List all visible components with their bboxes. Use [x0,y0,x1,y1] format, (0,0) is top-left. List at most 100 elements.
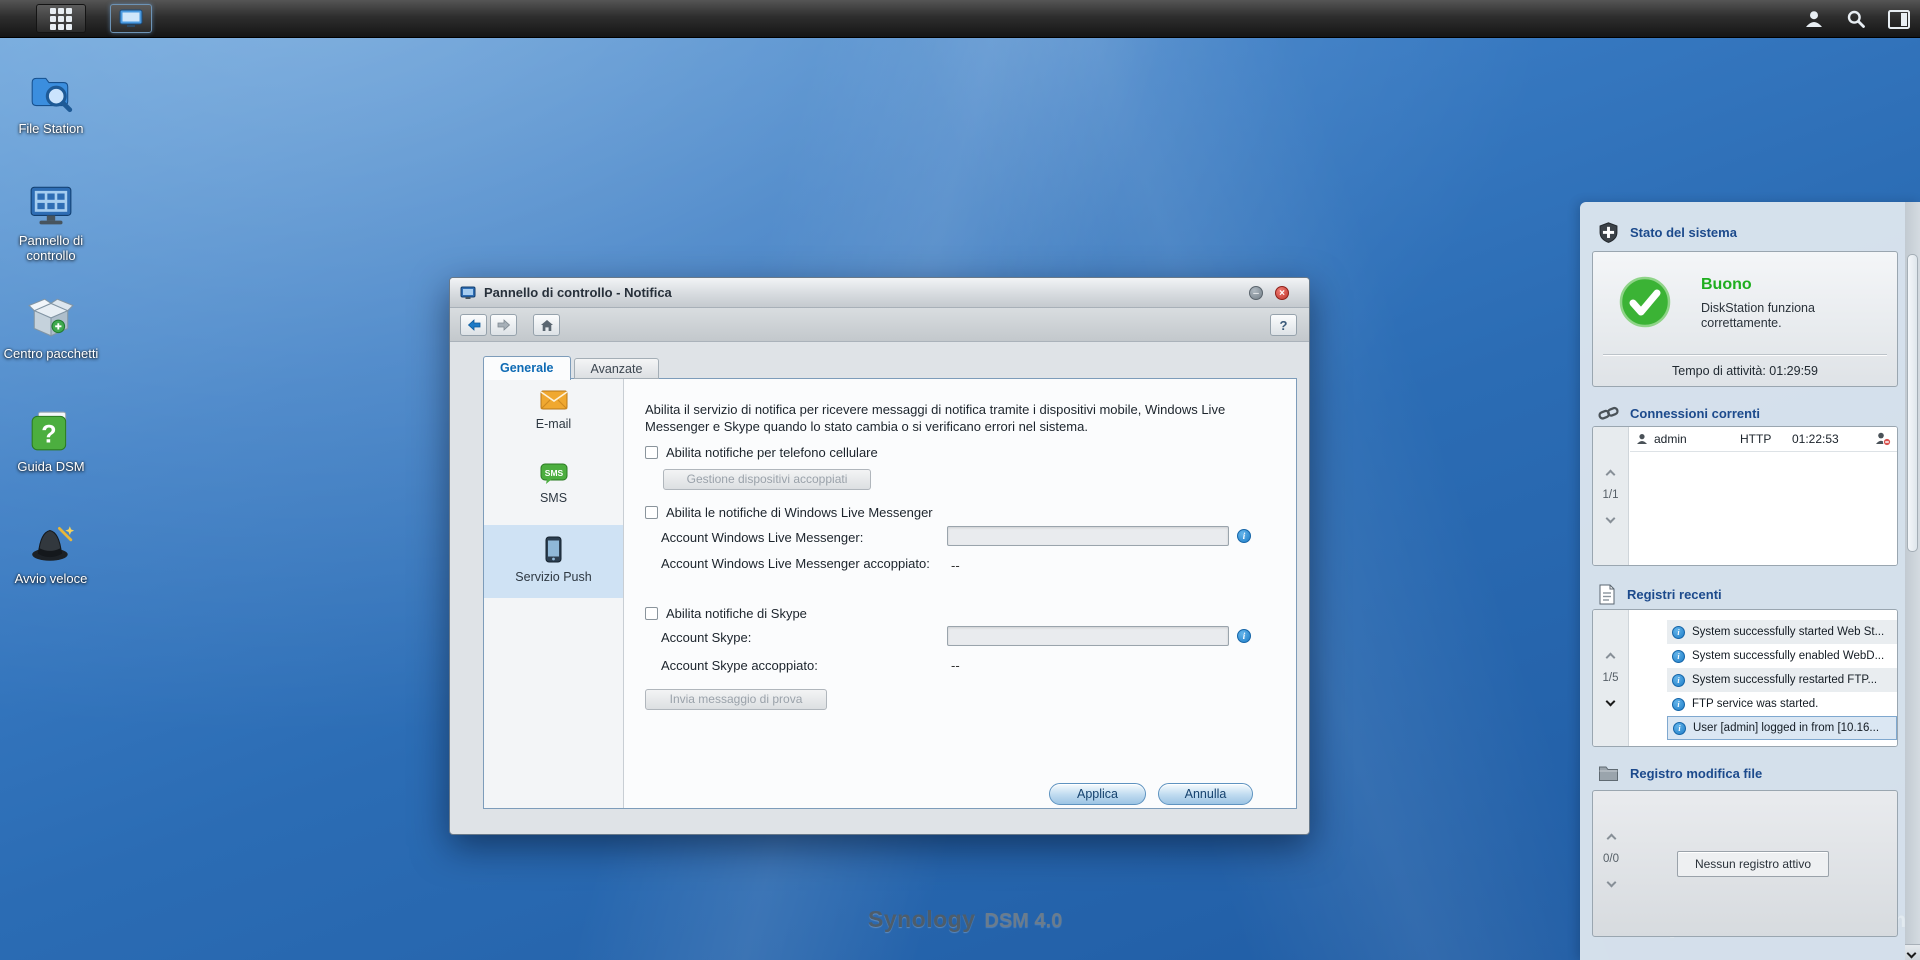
main-menu-icon [50,8,72,30]
skype-checkbox[interactable] [645,607,658,620]
log-row[interactable]: iSystem successfully started Web St... [1667,620,1897,644]
minimize-button[interactable]: – [1249,286,1263,300]
dsm-branding: Synology DSM 4.0 [868,906,1062,933]
wlm-account-input[interactable] [947,526,1229,546]
logs-pager: 1/5 [1593,610,1629,746]
nav-item-email[interactable]: E-mail [484,379,623,452]
system-status-header: Stato del sistema [1598,222,1737,243]
close-button[interactable]: × [1275,286,1289,300]
skype-account-input[interactable] [947,626,1229,646]
desktop-icon-label: File Station [3,121,99,136]
page-up-icon[interactable] [1606,470,1616,480]
desktop-icon-label: Guida DSM [3,459,99,474]
page-down-icon[interactable] [1606,878,1616,888]
file-log-empty-message: Nessun registro attivo [1677,851,1829,877]
search-icon[interactable] [1846,9,1866,29]
wlm-paired-value: -- [951,558,960,573]
scrollbar-thumb[interactable] [1907,254,1918,552]
form-description: Abilita il servizio di notifica per rice… [645,401,1270,435]
log-row[interactable]: iFTP service was started. [1667,692,1897,716]
sms-bubble-icon: SMS [540,463,568,484]
brand-name: Synology [868,906,976,933]
widgets-panel-icon[interactable] [1888,10,1910,29]
status-ok-icon [1619,276,1671,328]
user-icon[interactable] [1804,9,1824,29]
tab-avanzate[interactable]: Avanzate [574,358,660,379]
main-menu-button[interactable] [36,4,86,33]
widget-title: Stato del sistema [1630,225,1737,240]
nav-item-servizio-push[interactable]: Servizio Push [484,525,623,598]
system-status-box: Buono DiskStation funziona correttamente… [1592,251,1898,387]
desktop-icon-quick-start[interactable]: Avvio veloce [3,520,99,586]
page-indicator: 1/5 [1603,672,1619,684]
widget-title: Connessioni correnti [1630,406,1760,421]
scrollbar-down-button[interactable] [1905,944,1920,960]
wlm-checkbox[interactable] [645,506,658,519]
tab-bar: Generale Avanzate [483,356,659,379]
recent-logs-header: Registri recenti [1598,584,1722,605]
svg-text:?: ? [41,421,56,449]
page-indicator: 0/0 [1603,853,1619,865]
log-text: System successfully restarted FTP... [1692,674,1877,686]
wlm-checkbox-row: Abilita le notifiche di Windows Live Mes… [645,505,933,520]
tab-generale[interactable]: Generale [483,356,571,380]
user-mini-icon [1636,433,1648,445]
widget-title: Registro modifica file [1630,766,1762,781]
connections-header: Connessioni correnti [1598,404,1760,422]
log-row-selected[interactable]: i User [admin] logged in from [10.16... [1667,716,1897,740]
desktop-icon-label: Centro pacchetti [3,346,99,361]
paired-devices-button[interactable]: Gestione dispositivi accoppiati [663,469,871,490]
connection-row[interactable]: admin HTTP 01:22:53 [1630,427,1897,452]
desktop-icon-file-station[interactable]: File Station [3,70,99,136]
mobile-checkbox-row: Abilita notifiche per telefono cellulare [645,445,878,460]
skype-checkbox-label: Abilita notifiche di Skype [666,606,807,621]
page-down-icon[interactable] [1606,514,1616,524]
widget-title: Registri recenti [1627,587,1722,602]
nav-item-sms[interactable]: SMS SMS [484,452,623,525]
home-button[interactable] [533,314,560,336]
test-message-button[interactable]: Invia messaggio di prova [645,689,827,710]
log-text: System successfully started Web St... [1692,626,1884,638]
nav-item-label: SMS [484,491,623,505]
help-button[interactable]: ? [1270,314,1297,336]
desktop-icon-label: Avvio veloce [3,571,99,586]
log-text: User [admin] logged in from [10.16... [1693,722,1879,734]
forward-button[interactable] [490,314,517,336]
skype-info-icon[interactable]: i [1237,629,1251,643]
page-up-icon[interactable] [1606,653,1616,663]
svg-text:SMS: SMS [544,468,563,478]
pilot-view-button[interactable] [110,4,152,33]
control-panel-window: Pannello di controllo - Notifica – × ? G… [449,277,1310,835]
page-down-icon[interactable] [1606,697,1616,707]
mobile-checkbox[interactable] [645,446,658,459]
log-row[interactable]: iSystem successfully enabled WebD... [1667,644,1897,668]
apply-button[interactable]: Applica [1049,783,1146,805]
link-icon [1598,404,1619,422]
file-log-folder-icon [1598,764,1619,782]
desktop: File Station Pannello di controllo [0,0,1920,960]
window-title-icon [460,285,476,304]
kick-user-icon[interactable] [1875,432,1891,446]
desktop-icon-dsm-help[interactable]: ? Guida DSM [3,408,99,474]
info-icon: i [1672,650,1685,663]
taskbar [0,0,1920,38]
log-page-icon [1598,584,1616,605]
logs-list: iSystem successfully started Web St... i… [1630,610,1897,746]
desktop-icon-package-center[interactable]: Centro pacchetti [3,295,99,361]
panel-scrollbar[interactable] [1905,202,1920,960]
connections-box: 1/1 admin HTTP 01:22:53 [1592,426,1898,566]
cancel-button[interactable]: Annulla [1158,783,1253,805]
wlm-info-icon[interactable]: i [1237,529,1251,543]
page-up-icon[interactable] [1606,834,1616,844]
nav-item-label: E-mail [484,417,623,431]
page-indicator: 1/1 [1603,489,1619,501]
shield-plus-icon [1598,222,1619,243]
desktop-icon-control-panel[interactable]: Pannello di controllo [3,182,99,263]
control-panel-icon [3,182,99,228]
log-row[interactable]: iSystem successfully restarted FTP... [1667,668,1897,692]
info-icon: i [1673,722,1686,735]
window-title: Pannello di controllo - Notifica [484,278,672,307]
wlm-checkbox-label: Abilita le notifiche di Windows Live Mes… [666,505,933,520]
back-button[interactable] [460,314,487,336]
window-titlebar[interactable]: Pannello di controllo - Notifica – × [450,278,1309,308]
